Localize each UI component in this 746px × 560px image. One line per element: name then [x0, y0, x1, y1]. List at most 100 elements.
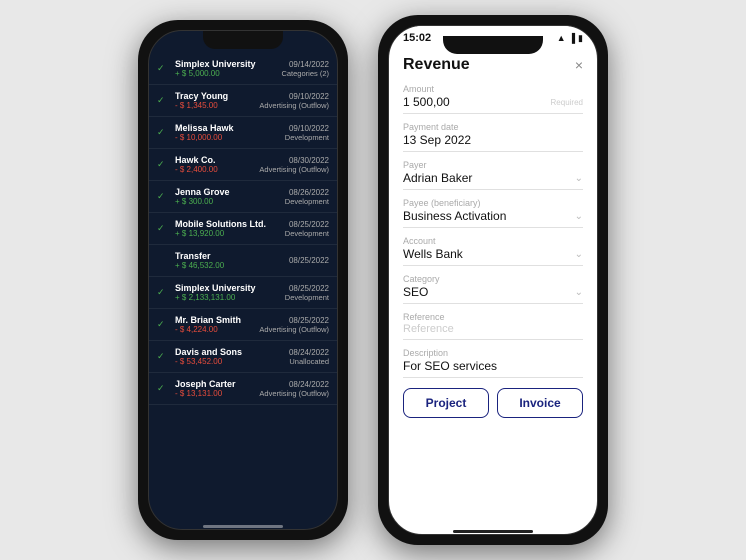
transaction-category: Development [285, 293, 329, 302]
transaction-date: 08/26/2022 [285, 188, 329, 197]
transaction-meta: 08/25/2022 [289, 256, 329, 265]
field-payer[interactable]: Payer Adrian Baker⌄ [403, 160, 583, 190]
transaction-item[interactable]: ✓ Tracy Young - $ 1,345.00 09/10/2022 Ad… [149, 85, 337, 117]
transaction-category: Development [285, 197, 329, 206]
transaction-item[interactable]: ✓ Mr. Brian Smith - $ 4,224.00 08/25/202… [149, 309, 337, 341]
transaction-main: Mr. Brian Smith - $ 4,224.00 [175, 315, 259, 334]
transaction-item[interactable]: ✓ Simplex University + $ 2,133,131.00 08… [149, 277, 337, 309]
transaction-category: Advertising (Outflow) [259, 165, 329, 174]
button-row: Project Invoice [403, 388, 583, 418]
transaction-item[interactable]: ✓ Jenna Grove + $ 300.00 08/26/2022 Deve… [149, 181, 337, 213]
transaction-category: Unallocated [289, 357, 329, 366]
transaction-amount: + $ 13,920.00 [175, 229, 285, 238]
transaction-date: 08/24/2022 [259, 380, 329, 389]
transaction-name: Hawk Co. [175, 155, 259, 165]
field-label: Payer [403, 160, 583, 170]
transaction-date: 09/10/2022 [285, 124, 329, 133]
transaction-item[interactable]: ✓ Joseph Carter - $ 13,131.00 08/24/2022… [149, 373, 337, 405]
transaction-amount: + $ 5,000.00 [175, 69, 281, 78]
field-description: Description For SEO services [403, 348, 583, 378]
transaction-meta: 09/10/2022 Advertising (Outflow) [259, 92, 329, 110]
chevron-icon: ⌄ [575, 211, 583, 222]
transaction-name: Transfer [175, 251, 289, 261]
transaction-main: Transfer + $ 46,532.00 [175, 251, 289, 270]
transaction-name: Simplex University [175, 283, 285, 293]
field-payee-beneficiary[interactable]: Payee (beneficiary) Business Activation⌄ [403, 198, 583, 228]
field-value: Wells Bank⌄ [403, 247, 583, 261]
transaction-meta: 08/30/2022 Advertising (Outflow) [259, 156, 329, 174]
chevron-icon: ⌄ [575, 173, 583, 184]
transaction-date: 09/14/2022 [281, 60, 329, 69]
transaction-item[interactable]: ✓ Hawk Co. - $ 2,400.00 08/30/2022 Adver… [149, 149, 337, 181]
field-value: Adrian Baker⌄ [403, 171, 583, 185]
transaction-item[interactable]: ✓ Mobile Solutions Ltd. + $ 13,920.00 08… [149, 213, 337, 245]
field-label: Category [403, 274, 583, 284]
transaction-list: ✓ Simplex University + $ 5,000.00 09/14/… [149, 49, 337, 409]
home-indicator-right [453, 530, 533, 533]
transaction-amount: + $ 300.00 [175, 197, 285, 206]
transaction-item[interactable]: ✓ Simplex University + $ 5,000.00 09/14/… [149, 53, 337, 85]
transaction-name: Melissa Hawk [175, 123, 285, 133]
check-icon: ✓ [157, 223, 171, 234]
chevron-icon: ⌄ [575, 249, 583, 260]
left-phone: ✓ Simplex University + $ 5,000.00 09/14/… [138, 20, 348, 540]
transaction-date: 09/10/2022 [259, 92, 329, 101]
transaction-name: Davis and Sons [175, 347, 289, 357]
check-icon: ✓ [157, 287, 171, 298]
revenue-modal: Revenue × Amount 1 500,00Required Paymen… [389, 46, 597, 428]
transaction-amount: - $ 2,400.00 [175, 165, 259, 174]
field-label: Reference [403, 312, 583, 322]
field-amount: Amount 1 500,00Required [403, 84, 583, 114]
chevron-icon: ⌄ [575, 287, 583, 298]
transaction-meta: 08/25/2022 Development [285, 220, 329, 238]
project-button[interactable]: Project [403, 388, 489, 418]
field-account[interactable]: Account Wells Bank⌄ [403, 236, 583, 266]
transaction-amount: - $ 53,452.00 [175, 357, 289, 366]
transaction-category: Development [285, 229, 329, 238]
transaction-item[interactable]: Transfer + $ 46,532.00 08/25/2022 [149, 245, 337, 277]
revenue-header: Revenue × [403, 56, 583, 74]
transaction-main: Simplex University + $ 2,133,131.00 [175, 283, 285, 302]
revenue-title: Revenue [403, 56, 470, 74]
transaction-name: Jenna Grove [175, 187, 285, 197]
transaction-name: Mr. Brian Smith [175, 315, 259, 325]
invoice-button[interactable]: Invoice [497, 388, 583, 418]
field-label: Payee (beneficiary) [403, 198, 583, 208]
transaction-name: Mobile Solutions Ltd. [175, 219, 285, 229]
transaction-item[interactable]: ✓ Davis and Sons - $ 53,452.00 08/24/202… [149, 341, 337, 373]
field-label: Account [403, 236, 583, 246]
transaction-main: Melissa Hawk - $ 10,000.00 [175, 123, 285, 142]
status-icons: ▲ ▐ ▮ [557, 33, 583, 44]
transaction-category: Advertising (Outflow) [259, 101, 329, 110]
transaction-meta: 08/24/2022 Advertising (Outflow) [259, 380, 329, 398]
transaction-main: Davis and Sons - $ 53,452.00 [175, 347, 289, 366]
transaction-main: Simplex University + $ 5,000.00 [175, 59, 281, 78]
field-value: SEO⌄ [403, 285, 583, 299]
transaction-amount: - $ 13,131.00 [175, 389, 259, 398]
close-button[interactable]: × [575, 57, 583, 73]
transaction-category: Advertising (Outflow) [259, 389, 329, 398]
transaction-amount: - $ 4,224.00 [175, 325, 259, 334]
transaction-name: Simplex University [175, 59, 281, 69]
status-time: 15:02 [403, 32, 431, 44]
transaction-name: Joseph Carter [175, 379, 259, 389]
field-value: 1 500,00Required [403, 95, 583, 109]
field-label: Payment date [403, 122, 583, 132]
transaction-name: Tracy Young [175, 91, 259, 101]
transaction-date: 08/24/2022 [289, 348, 329, 357]
transaction-category: Development [285, 133, 329, 142]
field-value: Business Activation⌄ [403, 209, 583, 223]
right-phone: 15:02 ▲ ▐ ▮ Revenue × Amount 1 500,00Req… [378, 15, 608, 545]
transaction-date: 08/25/2022 [285, 220, 329, 229]
transaction-main: Joseph Carter - $ 13,131.00 [175, 379, 259, 398]
check-icon: ✓ [157, 383, 171, 394]
required-label: Required [551, 98, 583, 107]
transaction-meta: 08/25/2022 Development [285, 284, 329, 302]
field-value: 13 Sep 2022 [403, 133, 583, 147]
transaction-date: 08/25/2022 [289, 256, 329, 265]
transaction-item[interactable]: ✓ Melissa Hawk - $ 10,000.00 09/10/2022 … [149, 117, 337, 149]
transaction-main: Hawk Co. - $ 2,400.00 [175, 155, 259, 174]
transaction-category: Categories (2) [281, 69, 329, 78]
field-category[interactable]: Category SEO⌄ [403, 274, 583, 304]
signal-icon: ▐ [569, 33, 575, 43]
